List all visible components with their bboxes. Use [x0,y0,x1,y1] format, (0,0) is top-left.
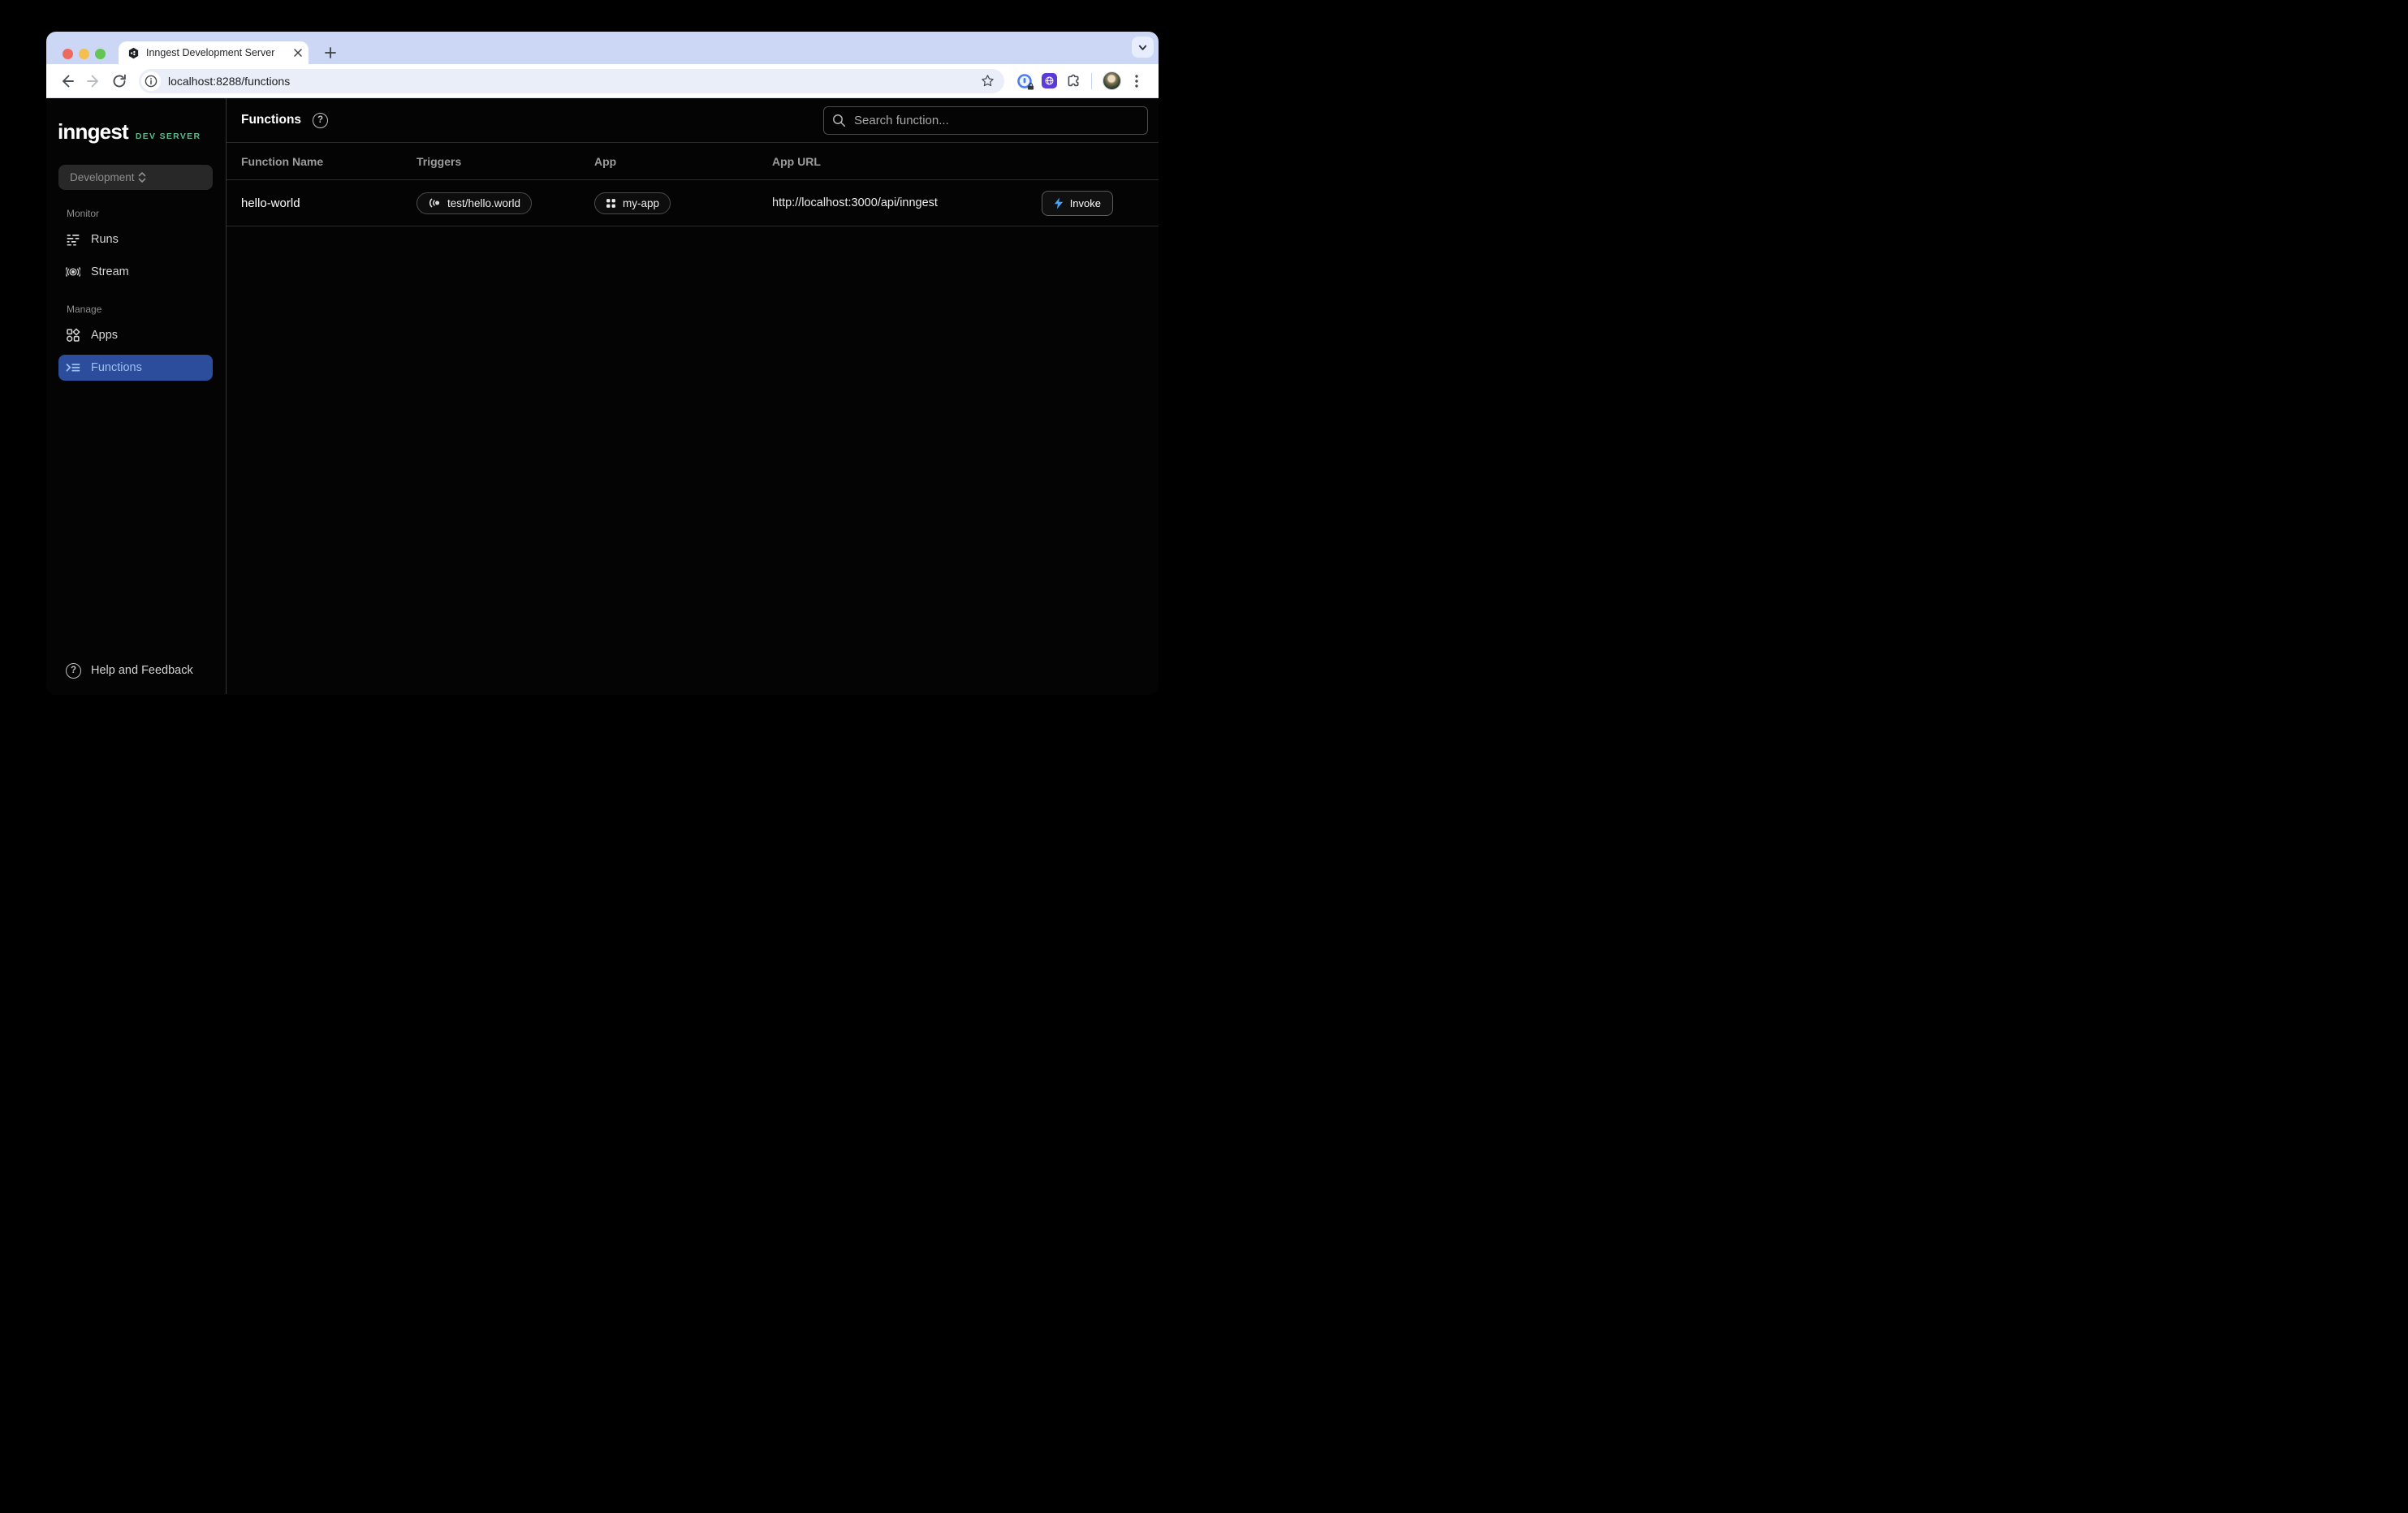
search-icon [832,114,846,127]
macos-traffic-lights [63,49,106,59]
table-row[interactable]: hello-world test/hello.world [227,180,1159,226]
invoke-button[interactable]: Invoke [1042,191,1113,216]
star-icon [981,74,995,88]
page-title: Functions [241,113,301,127]
sidebar-item-stream[interactable]: Stream [46,258,226,286]
runs-list-icon [66,232,80,247]
column-triggers: Triggers [416,155,594,168]
three-dot-menu-icon [1135,75,1138,88]
sidebar-item-label: Runs [91,233,119,246]
purple-extension-button[interactable] [1037,69,1061,93]
tab-title: Inngest Development Server [146,47,294,58]
logo-wordmark: inngest [58,121,128,142]
column-app: App [594,155,772,168]
password-lock-icon [1016,73,1033,89]
close-window-button[interactable] [63,49,73,59]
tab-close-icon[interactable] [294,49,302,57]
password-manager-extension-button[interactable] [1012,69,1037,93]
site-info-button[interactable] [141,71,161,91]
inngest-favicon-icon [127,47,140,59]
select-chevrons-icon [137,170,205,184]
chevron-down-icon [1137,42,1148,53]
globe-extension-icon [1042,73,1057,88]
trigger-badge-label: test/hello.world [447,197,520,209]
forward-button[interactable] [80,68,106,94]
info-icon [145,75,158,88]
environment-select[interactable]: Development [58,165,213,190]
environment-select-value: Development [70,171,137,183]
help-icon: ? [66,663,81,679]
minimize-window-button[interactable] [79,49,89,59]
sidebar-item-functions[interactable]: Functions [58,355,213,381]
browser-tab[interactable]: Inngest Development Server [119,41,309,64]
main-header: Functions ? [227,98,1159,143]
sidebar-item-label: Apps [91,329,118,342]
browser-menu-button[interactable] [1126,68,1147,94]
apps-shapes-icon [66,328,80,343]
inngest-logo: inngest DEV SERVER [58,121,214,142]
zoom-window-button[interactable] [95,49,106,59]
app-content: inngest DEV SERVER Development Monitor R… [46,98,1159,694]
browser-toolbar: localhost:8288/functions [46,64,1159,98]
function-name[interactable]: hello-world [241,196,416,210]
trigger-badge[interactable]: test/hello.world [416,192,532,214]
tab-search-button[interactable] [1132,37,1154,58]
back-button[interactable] [54,68,80,94]
event-trigger-icon [428,197,441,209]
sidebar: inngest DEV SERVER Development Monitor R… [46,98,227,694]
help-and-feedback-button[interactable]: ? Help and Feedback [46,657,226,684]
stream-broadcast-icon [66,265,80,279]
sidebar-item-runs[interactable]: Runs [46,226,226,253]
toolbar-divider [1091,73,1092,89]
app-url: http://localhost:3000/api/inngest [772,196,1042,209]
table-empty-area [227,226,1159,694]
extensions-menu-button[interactable] [1061,69,1085,93]
column-app-url: App URL [772,155,1159,168]
sidebar-section-monitor: Monitor [67,208,226,219]
search-input[interactable] [852,113,1139,128]
url-text: localhost:8288/functions [168,75,977,88]
reload-button[interactable] [106,68,132,94]
dev-server-badge: DEV SERVER [136,131,201,141]
column-function-name: Function Name [241,155,416,168]
browser-tab-strip: Inngest Development Server [46,32,1159,64]
bookmark-star-button[interactable] [977,71,998,92]
sidebar-item-label: Stream [91,265,129,278]
table-header: Function Name Triggers App App URL [227,143,1159,180]
help-and-feedback-label: Help and Feedback [91,664,193,677]
sidebar-item-apps[interactable]: Apps [46,321,226,349]
app-grid-icon [606,198,616,209]
app-badge-label: my-app [623,197,659,209]
address-bar[interactable]: localhost:8288/functions [139,69,1004,93]
app-badge[interactable]: my-app [594,192,671,214]
sidebar-section-manage: Manage [67,304,226,315]
search-function-box[interactable] [823,106,1148,135]
main-panel: Functions ? Function Name Triggers App A… [227,98,1159,694]
screen: Inngest Development Server [0,0,1204,756]
functions-list-icon [66,360,80,375]
sidebar-item-label: Functions [91,361,142,374]
lightning-bolt-icon [1054,197,1064,209]
puzzle-piece-icon [1066,73,1081,88]
profile-avatar[interactable] [1103,71,1121,90]
new-tab-button[interactable] [320,42,341,63]
browser-window: Inngest Development Server [46,32,1159,695]
functions-help-icon[interactable]: ? [313,113,328,128]
invoke-button-label: Invoke [1070,197,1101,209]
